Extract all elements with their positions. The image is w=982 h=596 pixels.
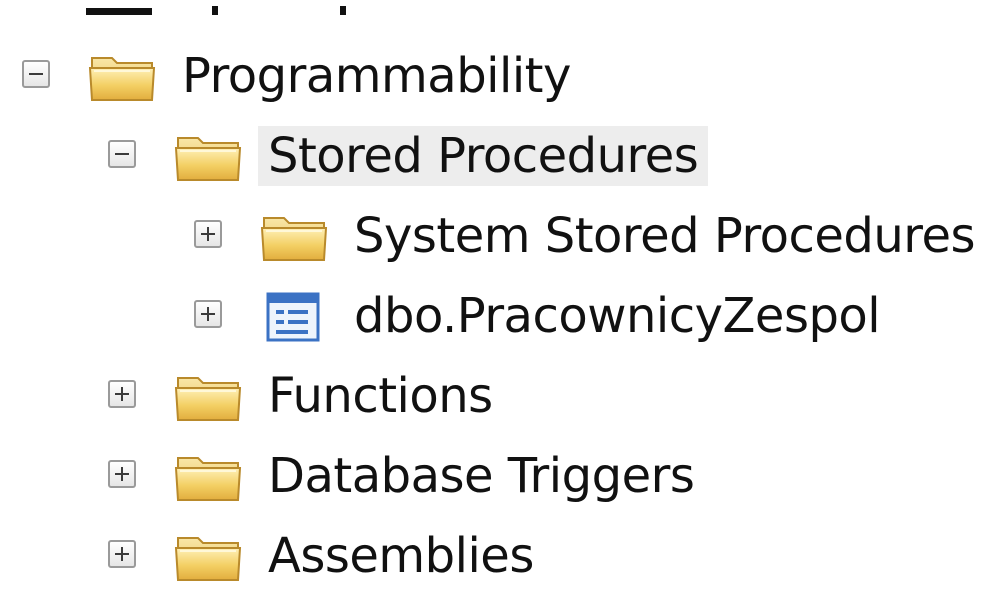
folder-icon: [258, 206, 330, 266]
tree-node-assemblies[interactable]: Assemblies: [108, 516, 982, 596]
folder-icon: [172, 446, 244, 506]
expand-toggle-icon[interactable]: [194, 300, 222, 328]
tree-node-stored-procedures[interactable]: Stored Procedures: [108, 116, 982, 196]
tree-node-functions[interactable]: Functions: [108, 356, 982, 436]
folder-icon: [172, 366, 244, 426]
expand-toggle-icon[interactable]: [108, 380, 136, 408]
tree-node-label: Functions: [268, 368, 493, 424]
expand-toggle-icon[interactable]: [108, 540, 136, 568]
tree-node-label: dbo.PracownicyZespol: [354, 288, 881, 344]
tree-node-label: Stored Procedures: [258, 126, 709, 186]
folder-icon: [172, 526, 244, 586]
collapse-toggle-icon[interactable]: [22, 60, 50, 88]
tree-node-label: System Stored Procedures: [354, 208, 976, 264]
tree-node-programmability[interactable]: Programmability: [22, 36, 982, 116]
stored-procedure-icon: [258, 286, 330, 346]
clipped-tree-item: [86, 8, 152, 15]
expand-toggle-icon[interactable]: [108, 460, 136, 488]
tree-node-dbo-pracownicyzespol[interactable]: dbo.PracownicyZespol: [194, 276, 982, 356]
tree-node-database-triggers[interactable]: Database Triggers: [108, 436, 982, 516]
folder-icon: [172, 126, 244, 186]
clipped-text-fragment: [340, 6, 346, 15]
object-explorer-tree: Programmability Stored Procedures System…: [0, 0, 982, 589]
expand-toggle-icon[interactable]: [194, 220, 222, 248]
clipped-text-fragment: [212, 6, 218, 15]
folder-icon: [86, 46, 158, 106]
tree-node-label: Assemblies: [268, 528, 534, 584]
tree-node-system-stored-procedures[interactable]: System Stored Procedures: [194, 196, 982, 276]
tree-node-label: Programmability: [182, 48, 571, 104]
tree-node-label: Database Triggers: [268, 448, 695, 504]
collapse-toggle-icon[interactable]: [108, 140, 136, 168]
